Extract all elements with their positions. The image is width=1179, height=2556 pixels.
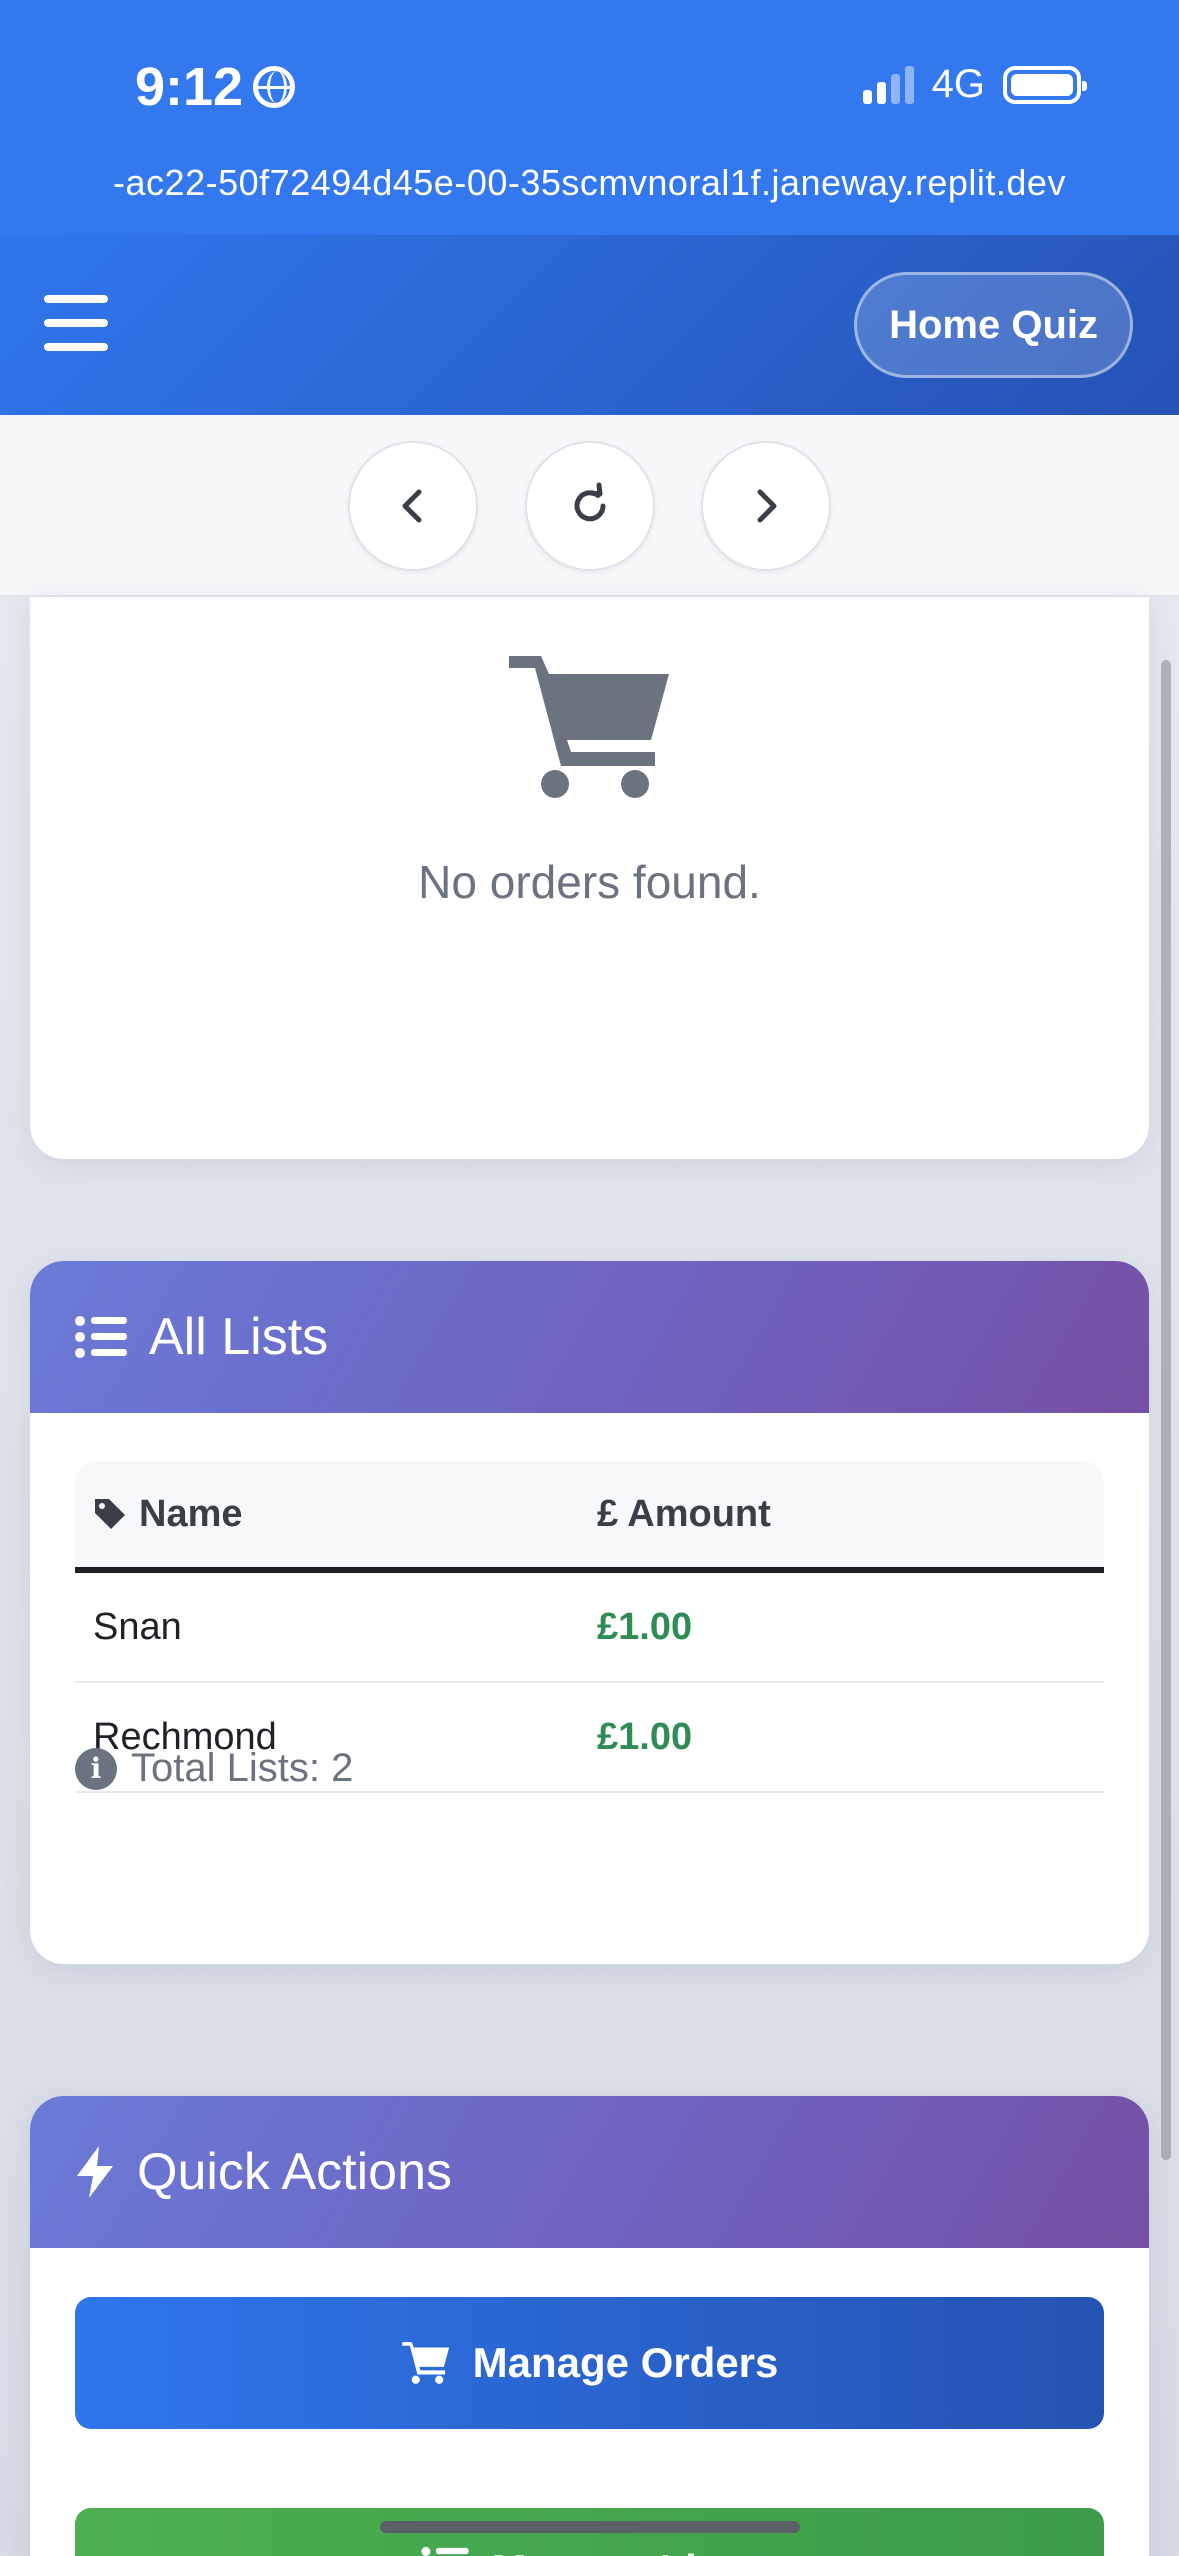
status-time: 9:12 bbox=[135, 56, 296, 118]
list-name-cell: Snan bbox=[93, 1605, 182, 1648]
app-header: Home Quiz bbox=[0, 235, 1179, 415]
all-lists-header: All Lists bbox=[30, 1261, 1149, 1413]
reload-button[interactable] bbox=[525, 441, 655, 571]
all-lists-card: All Lists Name £ Amount Snan £1.00 Rechm… bbox=[30, 1261, 1149, 1964]
manage-lists-label: Manage Lists bbox=[491, 2546, 757, 2556]
total-lists-label: Total Lists: 2 bbox=[131, 1746, 354, 1790]
url-bar[interactable]: -ac22-50f72494d45e-00-35scmvnoral1f.jane… bbox=[0, 162, 1179, 204]
chevron-right-icon bbox=[757, 489, 777, 523]
status-bar: 9:12 4G -ac22-50f72494d45e-00-35scmvnora… bbox=[0, 0, 1179, 235]
name-column-header: Name bbox=[75, 1493, 597, 1536]
tag-icon bbox=[95, 1499, 125, 1529]
home-quiz-button[interactable]: Home Quiz bbox=[854, 272, 1133, 378]
list-amount-cell: £1.00 bbox=[597, 1605, 693, 1648]
back-button[interactable] bbox=[348, 441, 478, 571]
all-lists-title: All Lists bbox=[149, 1308, 329, 1366]
status-indicators: 4G bbox=[862, 62, 1087, 107]
name-header-label: Name bbox=[139, 1492, 243, 1535]
quick-actions-card: Quick Actions Manage Orders Manage Lists bbox=[30, 2096, 1149, 2556]
shopping-cart-icon bbox=[401, 2342, 449, 2384]
signal-icon bbox=[862, 65, 914, 104]
bolt-icon bbox=[77, 2146, 113, 2198]
menu-icon[interactable] bbox=[44, 295, 108, 351]
amount-column-header: £ Amount bbox=[597, 1493, 771, 1536]
globe-icon bbox=[253, 66, 296, 108]
amount-header-label: £ Amount bbox=[597, 1492, 771, 1535]
network-label: 4G bbox=[931, 62, 985, 106]
lists-table: Name £ Amount Snan £1.00 Rechmond £1.00 bbox=[75, 1461, 1104, 1793]
manage-orders-label: Manage Orders bbox=[472, 2339, 779, 2386]
empty-orders-text: No orders found. bbox=[418, 856, 761, 908]
battery-icon bbox=[1003, 65, 1087, 104]
navigation-bar bbox=[0, 415, 1179, 597]
scrollbar[interactable] bbox=[1161, 660, 1171, 2160]
home-indicator[interactable] bbox=[379, 2521, 800, 2533]
chevron-left-icon bbox=[402, 489, 422, 523]
forward-button[interactable] bbox=[701, 441, 831, 571]
reload-icon bbox=[574, 482, 606, 522]
quick-actions-header: Quick Actions bbox=[30, 2096, 1149, 2248]
shopping-cart-icon bbox=[508, 656, 669, 798]
time-label: 9:12 bbox=[135, 57, 244, 117]
list-amount-cell: £1.00 bbox=[597, 1715, 693, 1758]
info-icon: i bbox=[75, 1747, 117, 1790]
table-row[interactable]: Snan £1.00 bbox=[75, 1573, 1104, 1683]
manage-orders-button[interactable]: Manage Orders bbox=[75, 2297, 1104, 2429]
orders-card: No orders found. bbox=[30, 597, 1149, 1159]
table-header: Name £ Amount bbox=[75, 1461, 1104, 1573]
quick-actions-title: Quick Actions bbox=[137, 2143, 453, 2201]
list-icon bbox=[75, 1316, 127, 1358]
list-icon bbox=[421, 2546, 470, 2556]
total-lists: i Total Lists: 2 bbox=[75, 1746, 353, 1791]
